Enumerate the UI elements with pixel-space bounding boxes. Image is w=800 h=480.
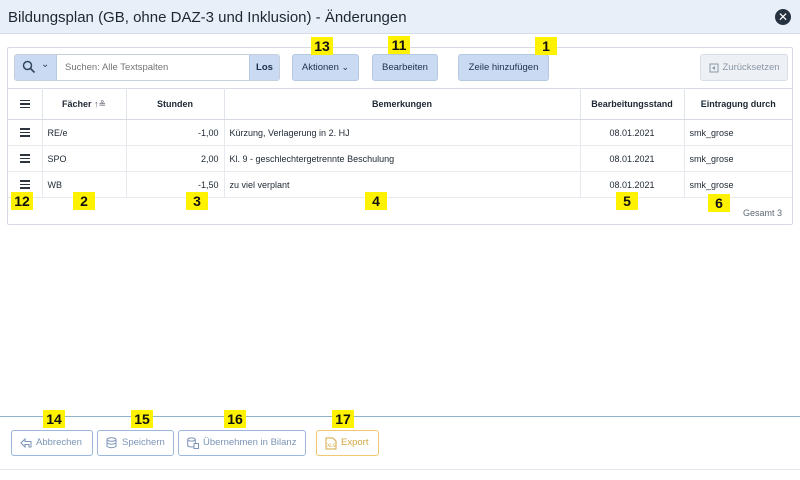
annotation-marker-11: 11: [388, 36, 410, 54]
annotation-marker-1: 1: [535, 37, 557, 55]
search-go-button[interactable]: Los: [249, 55, 279, 80]
chevron-down-icon: ⌄: [341, 62, 350, 72]
changes-table: Fächer ↑≗ Stunden Bemerkungen Bearbeitun…: [8, 88, 792, 198]
annotation-marker-16: 16: [224, 410, 246, 428]
add-row-button[interactable]: Zeile hinzufügen: [458, 54, 549, 81]
reset-label: Zurücksetzen: [722, 62, 780, 73]
svg-text:XLS: XLS: [327, 443, 336, 449]
window-title: Bildungsplan (GB, ohne DAZ-3 und Inklusi…: [8, 9, 407, 26]
search-input[interactable]: [63, 58, 243, 77]
footer-divider: [0, 416, 800, 417]
table-row[interactable]: WB -1,50 zu viel verplant 08.01.2021 smk…: [8, 171, 792, 198]
row-menu-button[interactable]: [8, 119, 43, 146]
column-header-bearbeitungsstand[interactable]: Bearbeitungsstand: [580, 88, 685, 120]
cell-stand: 08.01.2021: [580, 145, 685, 172]
menu-icon: [19, 98, 30, 110]
cancel-icon: [20, 437, 32, 449]
table-row[interactable]: SPO 2,00 Kl. 9 - geschlechtergetrennte B…: [8, 145, 792, 172]
close-icon[interactable]: ✕: [775, 9, 791, 25]
row-count: Gesamt 3: [742, 208, 782, 218]
column-header-faecher[interactable]: Fächer ↑≗: [42, 88, 127, 120]
xls-file-icon: XLS: [325, 437, 337, 450]
reset-button[interactable]: Zurücksetzen: [700, 54, 788, 81]
cell-fach: SPO: [42, 145, 127, 172]
annotation-marker-2: 2: [73, 192, 95, 210]
menu-icon: [19, 152, 30, 164]
bottom-divider: [0, 469, 800, 470]
annotation-marker-3: 3: [186, 192, 208, 210]
row-menu-button[interactable]: [8, 145, 43, 172]
annotation-marker-14: 14: [43, 410, 65, 428]
cell-eintragung: smk_grose: [684, 145, 792, 172]
menu-icon: [19, 178, 30, 190]
actions-label: Aktionen: [301, 62, 339, 73]
sort-ascending-icon: ↑≗: [93, 98, 107, 109]
save-label: Speichern: [122, 437, 165, 448]
edit-button[interactable]: Bearbeiten: [372, 54, 438, 81]
save-button[interactable]: Speichern: [97, 430, 174, 456]
changes-panel: ⌄ Los Aktionen ⌄ Bearbeiten Zeile hinzuf…: [7, 47, 793, 225]
column-label-faecher: Fächer: [61, 98, 92, 109]
cell-stunden: -1,00: [126, 119, 225, 146]
cell-eintragung: smk_grose: [684, 171, 792, 198]
column-header-stunden[interactable]: Stunden: [126, 88, 225, 120]
annotation-marker-6: 6: [708, 194, 730, 212]
search-icon: [22, 60, 36, 74]
reset-icon: [709, 63, 719, 73]
export-button[interactable]: XLS Export: [316, 430, 379, 456]
annotation-marker-12: 12: [11, 192, 33, 210]
cell-stunden: 2,00: [126, 145, 225, 172]
apply-label: Übernehmen in Bilanz: [203, 437, 297, 448]
cell-fach: RE/e: [42, 119, 127, 146]
column-menu-button[interactable]: [8, 88, 43, 120]
title-bar: Bildungsplan (GB, ohne DAZ-3 und Inklusi…: [0, 0, 800, 34]
cell-stunden: -1,50: [126, 171, 225, 198]
annotation-marker-17: 17: [332, 410, 354, 428]
annotation-marker-5: 5: [616, 192, 638, 210]
column-header-eintragung[interactable]: Eintragung durch: [684, 88, 792, 120]
table-header-row: Fächer ↑≗ Stunden Bemerkungen Bearbeitun…: [8, 88, 792, 120]
annotation-marker-15: 15: [131, 410, 153, 428]
chevron-down-icon: ⌄: [41, 59, 50, 70]
search-column-selector[interactable]: ⌄: [15, 55, 57, 80]
cancel-label: Abbrechen: [36, 437, 82, 448]
cell-stand: 08.01.2021: [580, 119, 685, 146]
table-row[interactable]: RE/e -1,00 Kürzung, Verlagerung in 2. HJ…: [8, 119, 792, 146]
column-header-bemerkungen[interactable]: Bemerkungen: [224, 88, 581, 120]
actions-button[interactable]: Aktionen ⌄: [292, 54, 359, 81]
export-label: Export: [341, 437, 369, 448]
cancel-button[interactable]: Abbrechen: [11, 430, 93, 456]
menu-icon: [19, 126, 30, 138]
cell-bemerkung: zu viel verplant: [224, 171, 581, 198]
cell-bemerkung: Kl. 9 - geschlechtergetrennte Beschulung: [224, 145, 581, 172]
database-icon: [106, 437, 117, 449]
database-transfer-icon: [187, 437, 199, 449]
apply-to-balance-button[interactable]: Übernehmen in Bilanz: [178, 430, 306, 456]
toolbar: ⌄ Los Aktionen ⌄ Bearbeiten Zeile hinzuf…: [8, 48, 792, 88]
cell-bemerkung: Kürzung, Verlagerung in 2. HJ: [224, 119, 581, 146]
annotation-marker-13: 13: [311, 37, 333, 55]
cell-eintragung: smk_grose: [684, 119, 792, 146]
search-bar: ⌄ Los: [14, 54, 280, 81]
annotation-marker-4: 4: [365, 192, 387, 210]
